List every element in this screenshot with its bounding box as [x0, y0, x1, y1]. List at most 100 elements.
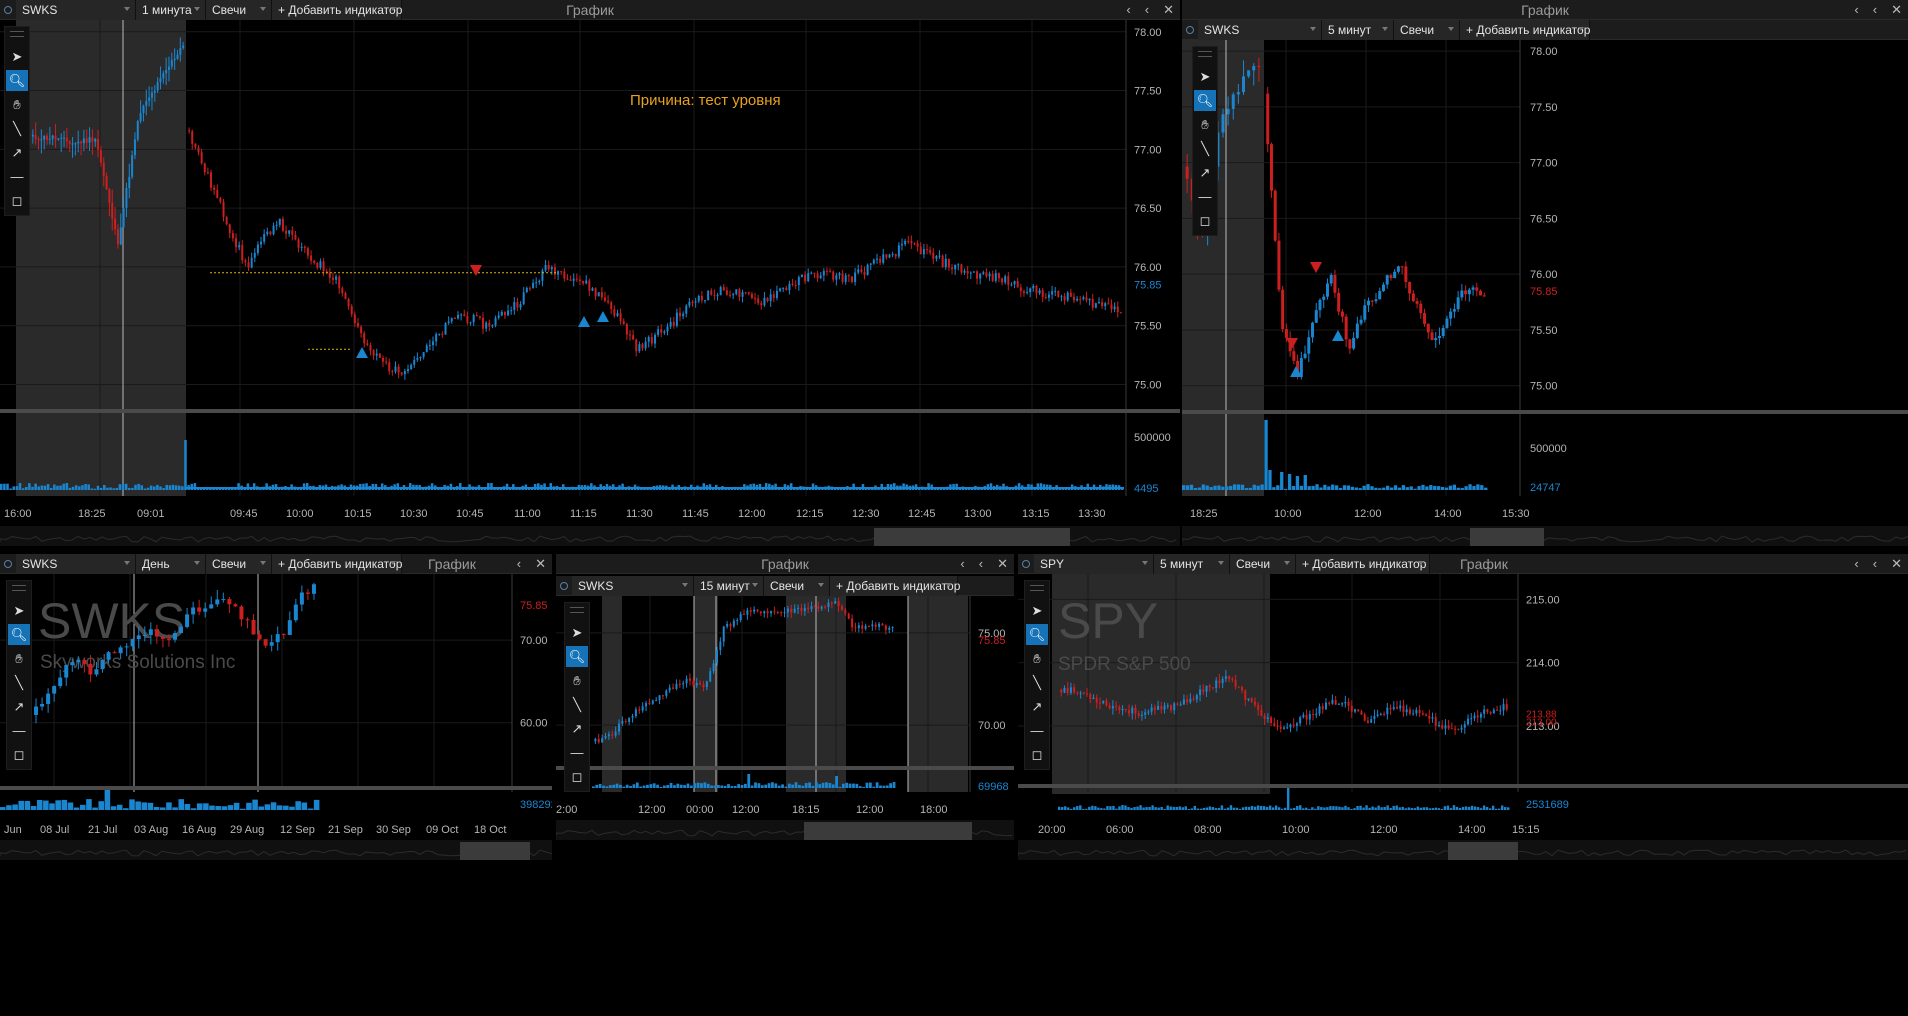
hline-icon[interactable]: — [566, 742, 588, 763]
chart-type-selector[interactable]: Свечи [206, 554, 272, 574]
interval-selector[interactable]: 5 минут [1154, 554, 1230, 574]
symbol-selector[interactable]: SWKS [572, 575, 694, 596]
hand-icon[interactable]: ✋︎ [1194, 114, 1216, 135]
add-indicator-button[interactable]: + Добавить индикатор [1296, 554, 1430, 574]
toolbar-grip[interactable] [12, 585, 26, 591]
minimize-icon[interactable]: ‹ [517, 556, 521, 572]
symbol-selector[interactable]: SWKS [1198, 19, 1322, 40]
cursor-icon[interactable]: ➤ [6, 46, 28, 67]
hline-icon[interactable]: — [1194, 186, 1216, 207]
rect-icon[interactable]: ◻ [6, 190, 28, 211]
arrow-icon[interactable]: ↗ [8, 696, 30, 717]
x-tick-label: 21 Jul [88, 824, 117, 836]
arrow-icon[interactable]: ↗ [1026, 696, 1048, 717]
pin-icon[interactable] [1022, 559, 1030, 568]
close-icon[interactable]: ✕ [1891, 2, 1902, 18]
candle-body [52, 686, 57, 694]
min15-chart-canvas[interactable]: 70.0075.0075.85699682:00 12:00 00:00 12:00 1… [556, 596, 1014, 1016]
minimize-icon[interactable]: ‹ [979, 556, 983, 572]
spy-chart-canvas[interactable]: SPYSPDR S&P 500213.00214.00215.00213.882… [1018, 574, 1908, 1016]
toolbar-grip[interactable] [1198, 51, 1212, 57]
rect-icon[interactable]: ◻ [566, 766, 588, 787]
hline-icon[interactable]: — [8, 720, 30, 741]
zoom-icon[interactable]: 🔍︎ [6, 70, 28, 91]
zoom-icon[interactable]: 🔍︎ [8, 624, 30, 645]
add-indicator-button[interactable]: + Добавить индикатор [830, 575, 960, 596]
close-icon[interactable]: ✕ [1891, 556, 1902, 572]
volume-bar [152, 486, 156, 490]
cursor-icon[interactable]: ➤ [1194, 66, 1216, 87]
rect-icon[interactable]: ◻ [8, 744, 30, 765]
volume-bar [1303, 475, 1307, 490]
line-icon[interactable]: ╲ [1194, 138, 1216, 159]
cursor-icon[interactable]: ➤ [566, 622, 588, 643]
add-indicator-button[interactable]: + Добавить индикатор [272, 554, 402, 574]
pin-icon[interactable] [1186, 25, 1194, 34]
hand-icon[interactable]: ✋︎ [8, 648, 30, 669]
zoom-icon[interactable]: 🔍︎ [566, 646, 588, 667]
symbol-selector[interactable]: SWKS [16, 554, 136, 574]
candle-body [976, 271, 979, 279]
interval-selector[interactable]: 5 минут [1322, 19, 1394, 40]
chart-type-selector[interactable]: Свечи [1394, 19, 1460, 40]
hand-icon[interactable]: ✋︎ [6, 94, 28, 115]
collapse-left-icon[interactable]: ‹ [1126, 2, 1130, 18]
chart-type-selector[interactable]: Свечи [206, 0, 272, 20]
daily-chart-canvas[interactable]: SWKSSkyworks Solutions Inc60.0070.0075.8… [0, 574, 552, 1016]
arrow-icon[interactable]: ↗ [6, 142, 28, 163]
symbol-selector[interactable]: SWKS [16, 0, 136, 20]
pin-icon[interactable] [560, 581, 568, 590]
zoom-icon[interactable]: 🔍︎ [1194, 90, 1216, 111]
rect-icon[interactable]: ◻ [1194, 210, 1216, 231]
rect-icon[interactable]: ◻ [1026, 744, 1048, 765]
collapse-left-icon[interactable]: ‹ [960, 556, 964, 572]
toolbar-grip[interactable] [570, 607, 584, 613]
toolbar-grip[interactable] [1030, 585, 1044, 591]
interval-selector[interactable]: 1 минута [136, 0, 206, 20]
toolbar-grip[interactable] [10, 31, 24, 37]
volume-bar [784, 786, 788, 788]
minimize-icon[interactable]: ‹ [1873, 2, 1877, 18]
interval-selector[interactable]: 15 минут [694, 575, 764, 596]
volume-bar [174, 485, 178, 490]
line-icon[interactable]: ╲ [8, 672, 30, 693]
pin-icon[interactable] [4, 559, 12, 568]
collapse-left-icon[interactable]: ‹ [1854, 2, 1858, 18]
close-icon[interactable]: ✕ [997, 556, 1008, 572]
minimize-icon[interactable]: ‹ [1873, 556, 1877, 572]
candle-body [1082, 692, 1085, 694]
line-icon[interactable]: ╲ [566, 694, 588, 715]
symbol-selector[interactable]: SPY [1034, 554, 1154, 574]
zoom-icon[interactable]: 🔍︎ [1026, 624, 1048, 645]
minimize-icon[interactable]: ‹ [1145, 2, 1149, 18]
candle-body [910, 241, 913, 244]
add-indicator-button[interactable]: + Добавить индикатор [272, 0, 402, 20]
add-indicator-button[interactable]: + Добавить индикатор [1460, 19, 1590, 40]
arrow-icon[interactable]: ↗ [1194, 162, 1216, 183]
pin-icon[interactable] [4, 5, 12, 14]
candle-body [1467, 718, 1470, 725]
candle-body [153, 90, 156, 93]
candle-body [466, 315, 469, 323]
candle-body [837, 601, 840, 607]
topright-chart-canvas[interactable]: 75.00 75.50 76.00 76.50 77.00 77.50 78.00 75.85… [1182, 40, 1908, 548]
collapse-left-icon[interactable]: ‹ [1854, 556, 1858, 572]
cursor-icon[interactable]: ➤ [1026, 600, 1048, 621]
line-icon[interactable]: ╲ [6, 118, 28, 139]
hline-icon[interactable]: — [1026, 720, 1048, 741]
line-icon[interactable]: ╲ [1026, 672, 1048, 693]
arrow-icon[interactable]: ↗ [566, 718, 588, 739]
cursor-icon[interactable]: ➤ [8, 600, 30, 621]
volume-bar [1240, 484, 1245, 490]
candle-body [625, 324, 628, 335]
close-icon[interactable]: ✕ [1163, 2, 1174, 18]
chart-type-selector[interactable]: Свечи [1230, 554, 1296, 574]
main-chart-canvas[interactable]: 75.00 75.50 76.00 76.50 77.00 77.50 78.00 75.85… [0, 20, 1180, 548]
interval-selector[interactable]: День [136, 554, 206, 574]
hand-icon[interactable]: ✋︎ [1026, 648, 1048, 669]
hand-icon[interactable]: ✋︎ [566, 670, 588, 691]
close-icon[interactable]: ✕ [535, 556, 546, 572]
hline-icon[interactable]: — [6, 166, 28, 187]
candle-body [1399, 705, 1402, 709]
chart-type-selector[interactable]: Свечи [764, 575, 830, 596]
